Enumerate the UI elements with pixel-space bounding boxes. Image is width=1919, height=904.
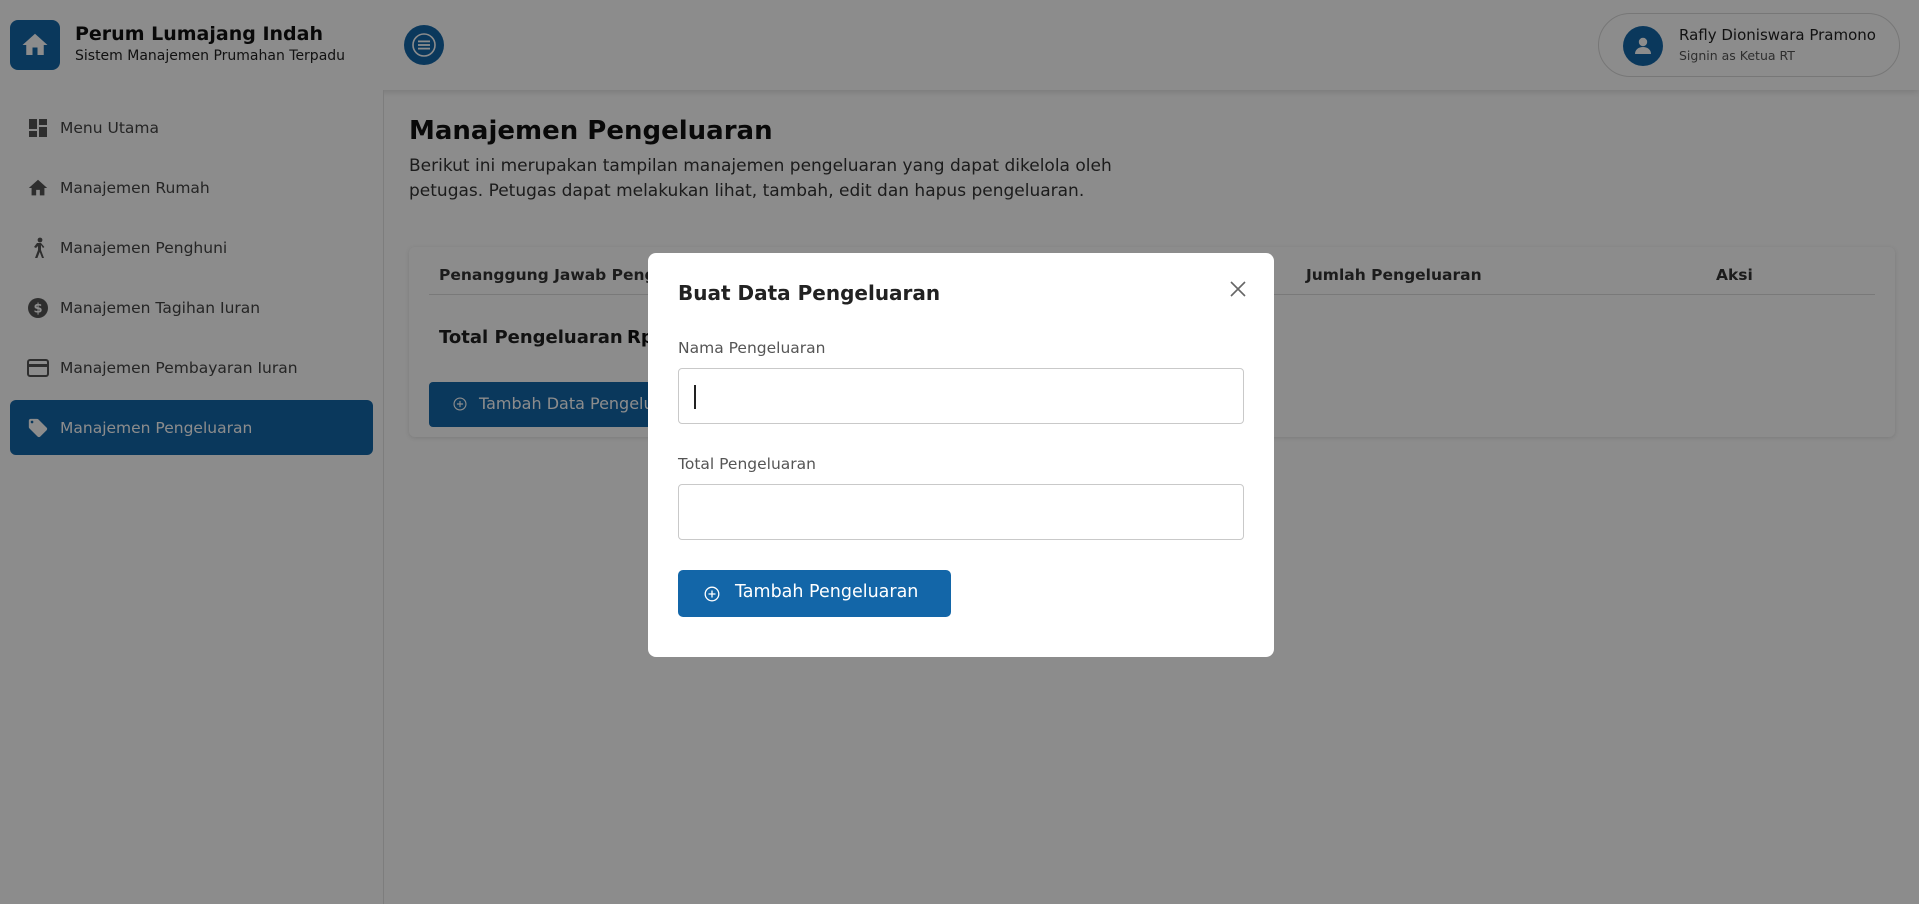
nama-pengeluaran-label: Nama Pengeluaran: [678, 339, 826, 357]
close-icon[interactable]: [1226, 277, 1250, 301]
nama-pengeluaran-input[interactable]: [678, 368, 1244, 424]
submit-expense-button-label: Tambah Pengeluaran: [735, 582, 919, 602]
submit-expense-button[interactable]: Tambah Pengeluaran: [678, 570, 951, 617]
modal-title: Buat Data Pengeluaran: [678, 281, 941, 305]
total-pengeluaran-label: Total Pengeluaran: [678, 455, 816, 473]
create-expense-modal: Buat Data Pengeluaran Nama Pengeluaran T…: [648, 253, 1274, 657]
text-cursor: [694, 385, 696, 409]
total-pengeluaran-input[interactable]: [678, 484, 1244, 540]
plus-circle-icon: [704, 586, 720, 602]
